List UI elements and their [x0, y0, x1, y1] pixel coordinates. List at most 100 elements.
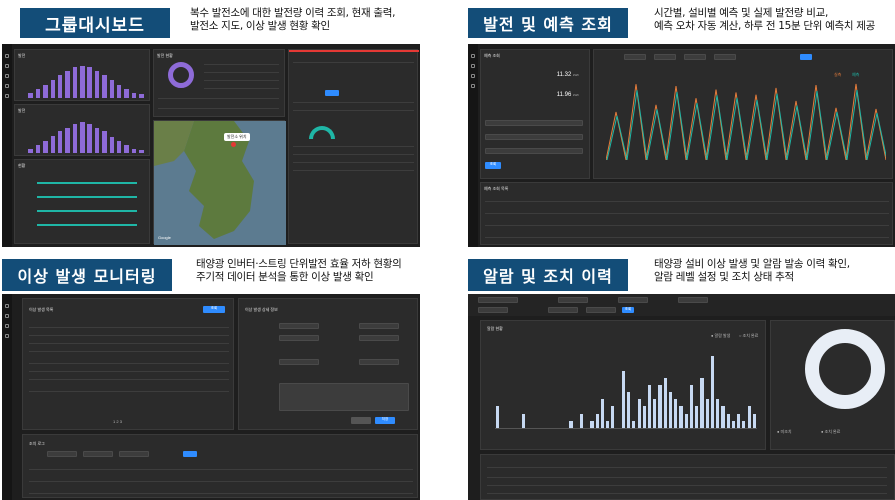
- detail-field[interactable]: [359, 323, 399, 329]
- forecast-chart-panel: 실측 예측: [593, 49, 893, 179]
- chart-bar: [731, 420, 735, 428]
- list-icon[interactable]: [471, 74, 475, 78]
- efficiency-gauge: [309, 126, 335, 139]
- search-button[interactable]: 조회: [622, 307, 634, 313]
- chart-bar: [684, 413, 688, 428]
- status-line: [37, 196, 137, 198]
- status-line: [37, 182, 137, 184]
- chart-bar: [721, 406, 725, 428]
- bell-icon[interactable]: [471, 84, 475, 88]
- anomaly-screenshot: 이상 발생 목록 조회 1 2 3 이상 발생 상세 정보 저장 조치 로그: [2, 294, 420, 500]
- chart-bar: [590, 420, 594, 428]
- forecast-line-chart: [606, 83, 886, 160]
- filter-select[interactable]: [654, 54, 676, 60]
- chart-bar: [50, 135, 56, 153]
- list-icon[interactable]: [5, 324, 9, 328]
- home-icon[interactable]: [471, 54, 475, 58]
- chart-bar: [637, 399, 641, 428]
- cancel-button[interactable]: [351, 417, 371, 424]
- plant-select[interactable]: [485, 120, 583, 126]
- alarm-bar-chart: [495, 349, 757, 429]
- chart-bar: [57, 131, 63, 153]
- chart-bar: [35, 89, 41, 98]
- chart-bar: [716, 399, 720, 428]
- chart-bar: [57, 74, 63, 98]
- alarm-screenshot: 조회 알람 현황 ● 알람 발생 ○ 조치 완료 ● 미조치 ● 조치 완료: [468, 294, 895, 500]
- chart-bar: [648, 384, 652, 428]
- filter-select[interactable]: [83, 451, 113, 457]
- home-icon[interactable]: [5, 54, 9, 58]
- detail-field[interactable]: [279, 323, 319, 329]
- list-icon[interactable]: [5, 74, 9, 78]
- memo-textarea[interactable]: [279, 383, 409, 411]
- bell-icon[interactable]: [5, 334, 9, 338]
- save-button[interactable]: 저장: [375, 417, 395, 424]
- detail-field[interactable]: [359, 335, 399, 341]
- detail-field[interactable]: [279, 359, 319, 365]
- home-icon[interactable]: [5, 304, 9, 308]
- detail-field[interactable]: [359, 359, 399, 365]
- detail-field[interactable]: [279, 335, 319, 341]
- map-marker-label[interactable]: 발전소 위치: [224, 133, 250, 141]
- filter-select[interactable]: [47, 451, 77, 457]
- type-select[interactable]: [558, 297, 588, 303]
- chart-bar: [689, 384, 694, 428]
- filter-select[interactable]: [684, 54, 706, 60]
- sidebar: [468, 44, 478, 247]
- chart-bar: [695, 406, 699, 428]
- date-select[interactable]: [485, 148, 583, 154]
- panel-title: 발전: [18, 53, 26, 58]
- alert-bar: [289, 50, 419, 52]
- chart-bar: [124, 144, 129, 153]
- chart-icon[interactable]: [5, 314, 9, 318]
- plant-select[interactable]: [478, 297, 518, 303]
- chart-bar: [116, 141, 122, 153]
- section-title-tag: 그룹대시보드: [20, 8, 170, 38]
- filter-select[interactable]: [714, 54, 736, 60]
- chart-bar: [124, 89, 129, 98]
- alarm-chart-panel: 알람 현황 ● 알람 발생 ○ 조치 완료: [480, 320, 766, 450]
- chart-bar: [668, 392, 673, 428]
- generation-bars: [27, 62, 145, 98]
- map-panel[interactable]: 발전소 위치 Google: [153, 120, 286, 245]
- section-description: 시간별, 설비별 예측 및 실제 발전량 비교, 예측 오차 자동 계산, 하루…: [654, 7, 895, 33]
- chart-bar: [747, 406, 751, 428]
- status-select[interactable]: [678, 297, 708, 303]
- chart-bar: [606, 420, 610, 428]
- chart-bar: [705, 399, 709, 428]
- period-select[interactable]: [478, 307, 508, 313]
- korea-map[interactable]: [154, 121, 286, 245]
- chart-bar: [50, 80, 56, 98]
- chart-bar: [72, 67, 78, 98]
- date-to-input[interactable]: [586, 307, 616, 313]
- query-button[interactable]: [800, 54, 812, 60]
- pagination[interactable]: 1 2 3: [113, 419, 122, 424]
- description-line-2: 발전소 지도, 이상 발생 현황 확인: [190, 20, 330, 32]
- search-button[interactable]: 조회: [485, 162, 501, 169]
- log-search-button[interactable]: [183, 451, 197, 457]
- chart-bar: [94, 71, 100, 98]
- bell-icon[interactable]: [5, 84, 9, 88]
- sidebar: [2, 44, 12, 247]
- chart-bar: [131, 148, 137, 153]
- device-select[interactable]: [485, 134, 583, 140]
- chart-bar: [80, 122, 85, 153]
- actual-series-line: [606, 83, 886, 160]
- filter-select[interactable]: [624, 54, 646, 60]
- map-pin-icon[interactable]: [231, 142, 236, 147]
- gear-icon[interactable]: [5, 94, 9, 98]
- chart-bar: [752, 413, 756, 428]
- level-select[interactable]: [618, 297, 648, 303]
- chart-icon[interactable]: [471, 64, 475, 68]
- section-title-tag: 알람 및 조치 이력: [468, 259, 628, 291]
- panel-title: 알람 현황: [487, 326, 503, 331]
- chart-bar: [658, 384, 662, 428]
- filter-select[interactable]: [119, 451, 149, 457]
- plant-list-panel: [288, 49, 419, 244]
- panel-title: 현황: [18, 163, 26, 168]
- filter-button[interactable]: [325, 90, 339, 96]
- date-from-input[interactable]: [548, 307, 578, 313]
- legend-forecast: 예측: [852, 72, 860, 77]
- search-button[interactable]: 조회: [203, 306, 225, 313]
- chart-icon[interactable]: [5, 64, 9, 68]
